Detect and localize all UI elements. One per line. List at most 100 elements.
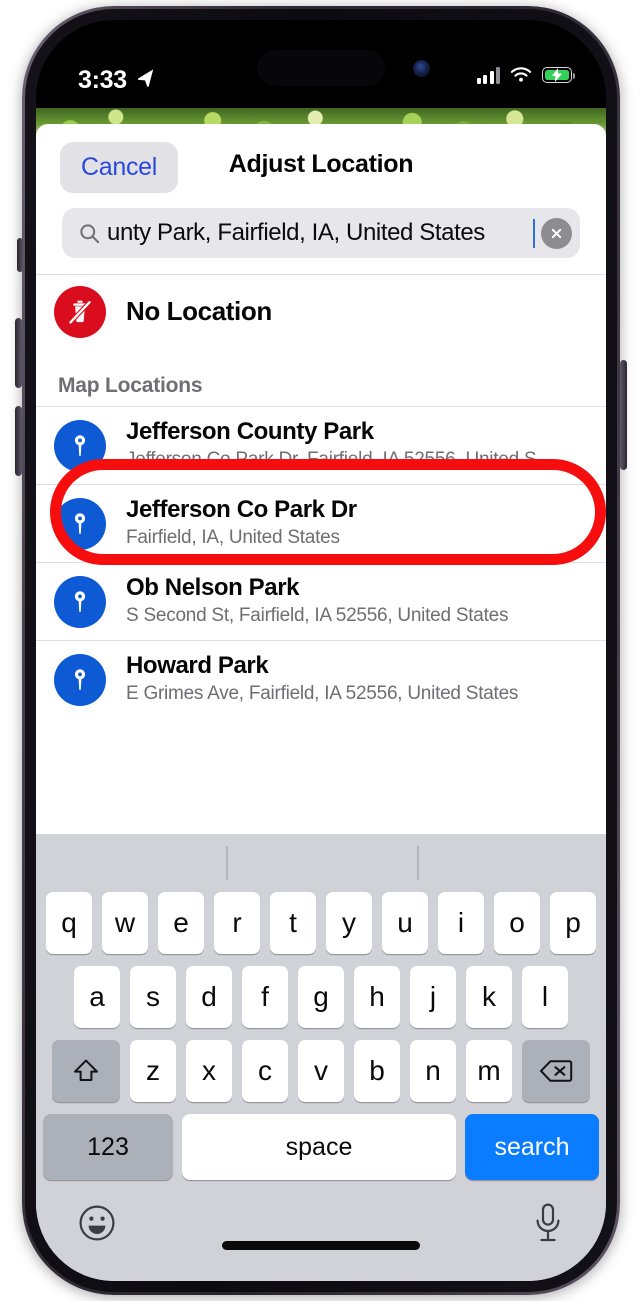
- home-indicator[interactable]: [222, 1241, 420, 1250]
- no-location-label: No Location: [126, 296, 272, 326]
- key-q[interactable]: q: [46, 892, 92, 954]
- key-c[interactable]: c: [242, 1040, 288, 1102]
- list-item-text: Jefferson Co Park Dr Fairfield, IA, Unit…: [126, 496, 588, 551]
- key-h[interactable]: h: [354, 966, 400, 1028]
- key-u[interactable]: u: [382, 892, 428, 954]
- keyboard-row-3: z x c v b n m: [36, 1040, 606, 1102]
- sheet-navigation-bar: Cancel Adjust Location: [36, 124, 606, 208]
- no-location-trash-icon: [54, 285, 106, 338]
- silent-switch[interactable]: [17, 238, 23, 272]
- backspace-icon: [539, 1060, 573, 1082]
- key-k[interactable]: k: [466, 966, 512, 1028]
- list-item-text: Jefferson County Park Jefferson Co Park …: [126, 418, 588, 473]
- pin-glyph: [74, 590, 86, 612]
- key-j[interactable]: j: [410, 966, 456, 1028]
- search-input[interactable]: unty Park, Fairfield, IA, United States: [107, 219, 532, 247]
- screenshot-stage: 3:33 Cancel Adjust Location unty Park, F…: [0, 0, 642, 1301]
- charging-bolt-icon: [552, 68, 562, 82]
- pin-glyph: [74, 668, 86, 690]
- key-s[interactable]: s: [130, 966, 176, 1028]
- list-item-title: Ob Nelson Park: [126, 574, 300, 601]
- power-button[interactable]: [620, 360, 627, 470]
- page-title: Adjust Location: [228, 150, 414, 178]
- map-pin-icon: [54, 653, 106, 706]
- search-bar-container: unty Park, Fairfield, IA, United States: [36, 208, 606, 274]
- list-item[interactable]: Jefferson Co Park Dr Fairfield, IA, Unit…: [36, 484, 606, 562]
- key-y[interactable]: y: [326, 892, 372, 954]
- keyboard-row-2: a s d f g h j k l: [36, 966, 606, 1028]
- map-pin-icon: [54, 419, 106, 472]
- pin-glyph: [74, 512, 86, 534]
- text-cursor: [532, 218, 535, 248]
- keyboard-row-4: 123 space search: [36, 1114, 606, 1180]
- key-x[interactable]: x: [186, 1040, 232, 1102]
- list-item[interactable]: Jefferson County Park Jefferson Co Park …: [36, 406, 606, 484]
- no-location-row[interactable]: No Location: [36, 274, 606, 348]
- key-m[interactable]: m: [466, 1040, 512, 1102]
- list-item-text: Ob Nelson Park S Second St, Fairfield, I…: [126, 574, 588, 629]
- list-item-title: Jefferson County Park: [126, 418, 374, 445]
- list-item-title: Jefferson Co Park Dr: [126, 496, 357, 523]
- keyboard-row-1: q w e r t y u i o p: [36, 892, 606, 954]
- key-d[interactable]: d: [186, 966, 232, 1028]
- key-p[interactable]: p: [550, 892, 596, 954]
- list-item[interactable]: Howard Park E Grimes Ave, Fairfield, IA …: [36, 640, 606, 718]
- key-t[interactable]: t: [270, 892, 316, 954]
- search-icon: [80, 223, 100, 243]
- key-r[interactable]: r: [214, 892, 260, 954]
- key-f[interactable]: f: [242, 966, 288, 1028]
- backspace-key[interactable]: [522, 1040, 590, 1102]
- list-item-subtitle: E Grimes Ave, Fairfield, IA 52556, Unite…: [126, 683, 519, 705]
- search-field[interactable]: unty Park, Fairfield, IA, United States: [62, 208, 580, 258]
- list-item-subtitle: Fairfield, IA, United States: [126, 527, 340, 549]
- wifi-icon: [510, 67, 532, 82]
- no-location-text: No Location: [126, 296, 588, 327]
- adjust-location-sheet: Cancel Adjust Location unty Park, Fairfi…: [36, 124, 606, 1281]
- key-v[interactable]: v: [298, 1040, 344, 1102]
- key-l[interactable]: l: [522, 966, 568, 1028]
- predictive-text-bar: [36, 834, 606, 892]
- key-o[interactable]: o: [494, 892, 540, 954]
- predictive-divider: [417, 846, 419, 880]
- volume-up-button[interactable]: [15, 318, 22, 388]
- key-b[interactable]: b: [354, 1040, 400, 1102]
- map-locations-section-header: Map Locations: [36, 348, 606, 406]
- close-icon: [551, 228, 562, 238]
- clear-search-button[interactable]: [541, 217, 572, 249]
- list-item[interactable]: Ob Nelson Park S Second St, Fairfield, I…: [36, 562, 606, 640]
- list-item-subtitle: S Second St, Fairfield, IA 52556, United…: [126, 605, 509, 627]
- microphone-icon[interactable]: [532, 1202, 564, 1244]
- key-z[interactable]: z: [130, 1040, 176, 1102]
- phone-screen: 3:33 Cancel Adjust Location unty Park, F…: [36, 20, 606, 1281]
- search-key[interactable]: search: [465, 1114, 599, 1180]
- battery-charging-icon: [542, 67, 576, 83]
- status-right-cluster: [476, 66, 576, 84]
- list-item-title: Howard Park: [126, 652, 269, 679]
- list-item-subtitle: Jefferson Co Park Dr, Fairfield, IA 5255…: [126, 449, 556, 471]
- key-e[interactable]: e: [158, 892, 204, 954]
- key-i[interactable]: i: [438, 892, 484, 954]
- key-g[interactable]: g: [298, 966, 344, 1028]
- shift-arrow-icon: [74, 1059, 98, 1081]
- dynamic-island: [257, 50, 385, 86]
- status-time: 3:33: [78, 66, 127, 94]
- key-w[interactable]: w: [102, 892, 148, 954]
- list-item-text: Howard Park E Grimes Ave, Fairfield, IA …: [126, 652, 588, 707]
- map-pin-icon: [54, 575, 106, 628]
- on-screen-keyboard: q w e r t y u i o p a s d f g h j k l z …: [36, 834, 606, 1281]
- key-n[interactable]: n: [410, 1040, 456, 1102]
- map-pin-icon: [54, 497, 106, 550]
- numbers-key[interactable]: 123: [43, 1114, 173, 1180]
- front-camera-icon: [413, 60, 430, 77]
- shift-key[interactable]: [52, 1040, 120, 1102]
- location-arrow-icon: [137, 69, 154, 87]
- pin-glyph: [74, 434, 86, 456]
- trash-slash-icon: [68, 299, 92, 325]
- signal-bars-icon: [476, 66, 500, 84]
- key-a[interactable]: a: [74, 966, 120, 1028]
- keyboard-bottom-bar: [36, 1192, 606, 1266]
- volume-down-button[interactable]: [15, 406, 22, 476]
- space-key[interactable]: space: [182, 1114, 456, 1180]
- emoji-smiley-icon[interactable]: [78, 1204, 116, 1242]
- predictive-divider: [226, 846, 228, 880]
